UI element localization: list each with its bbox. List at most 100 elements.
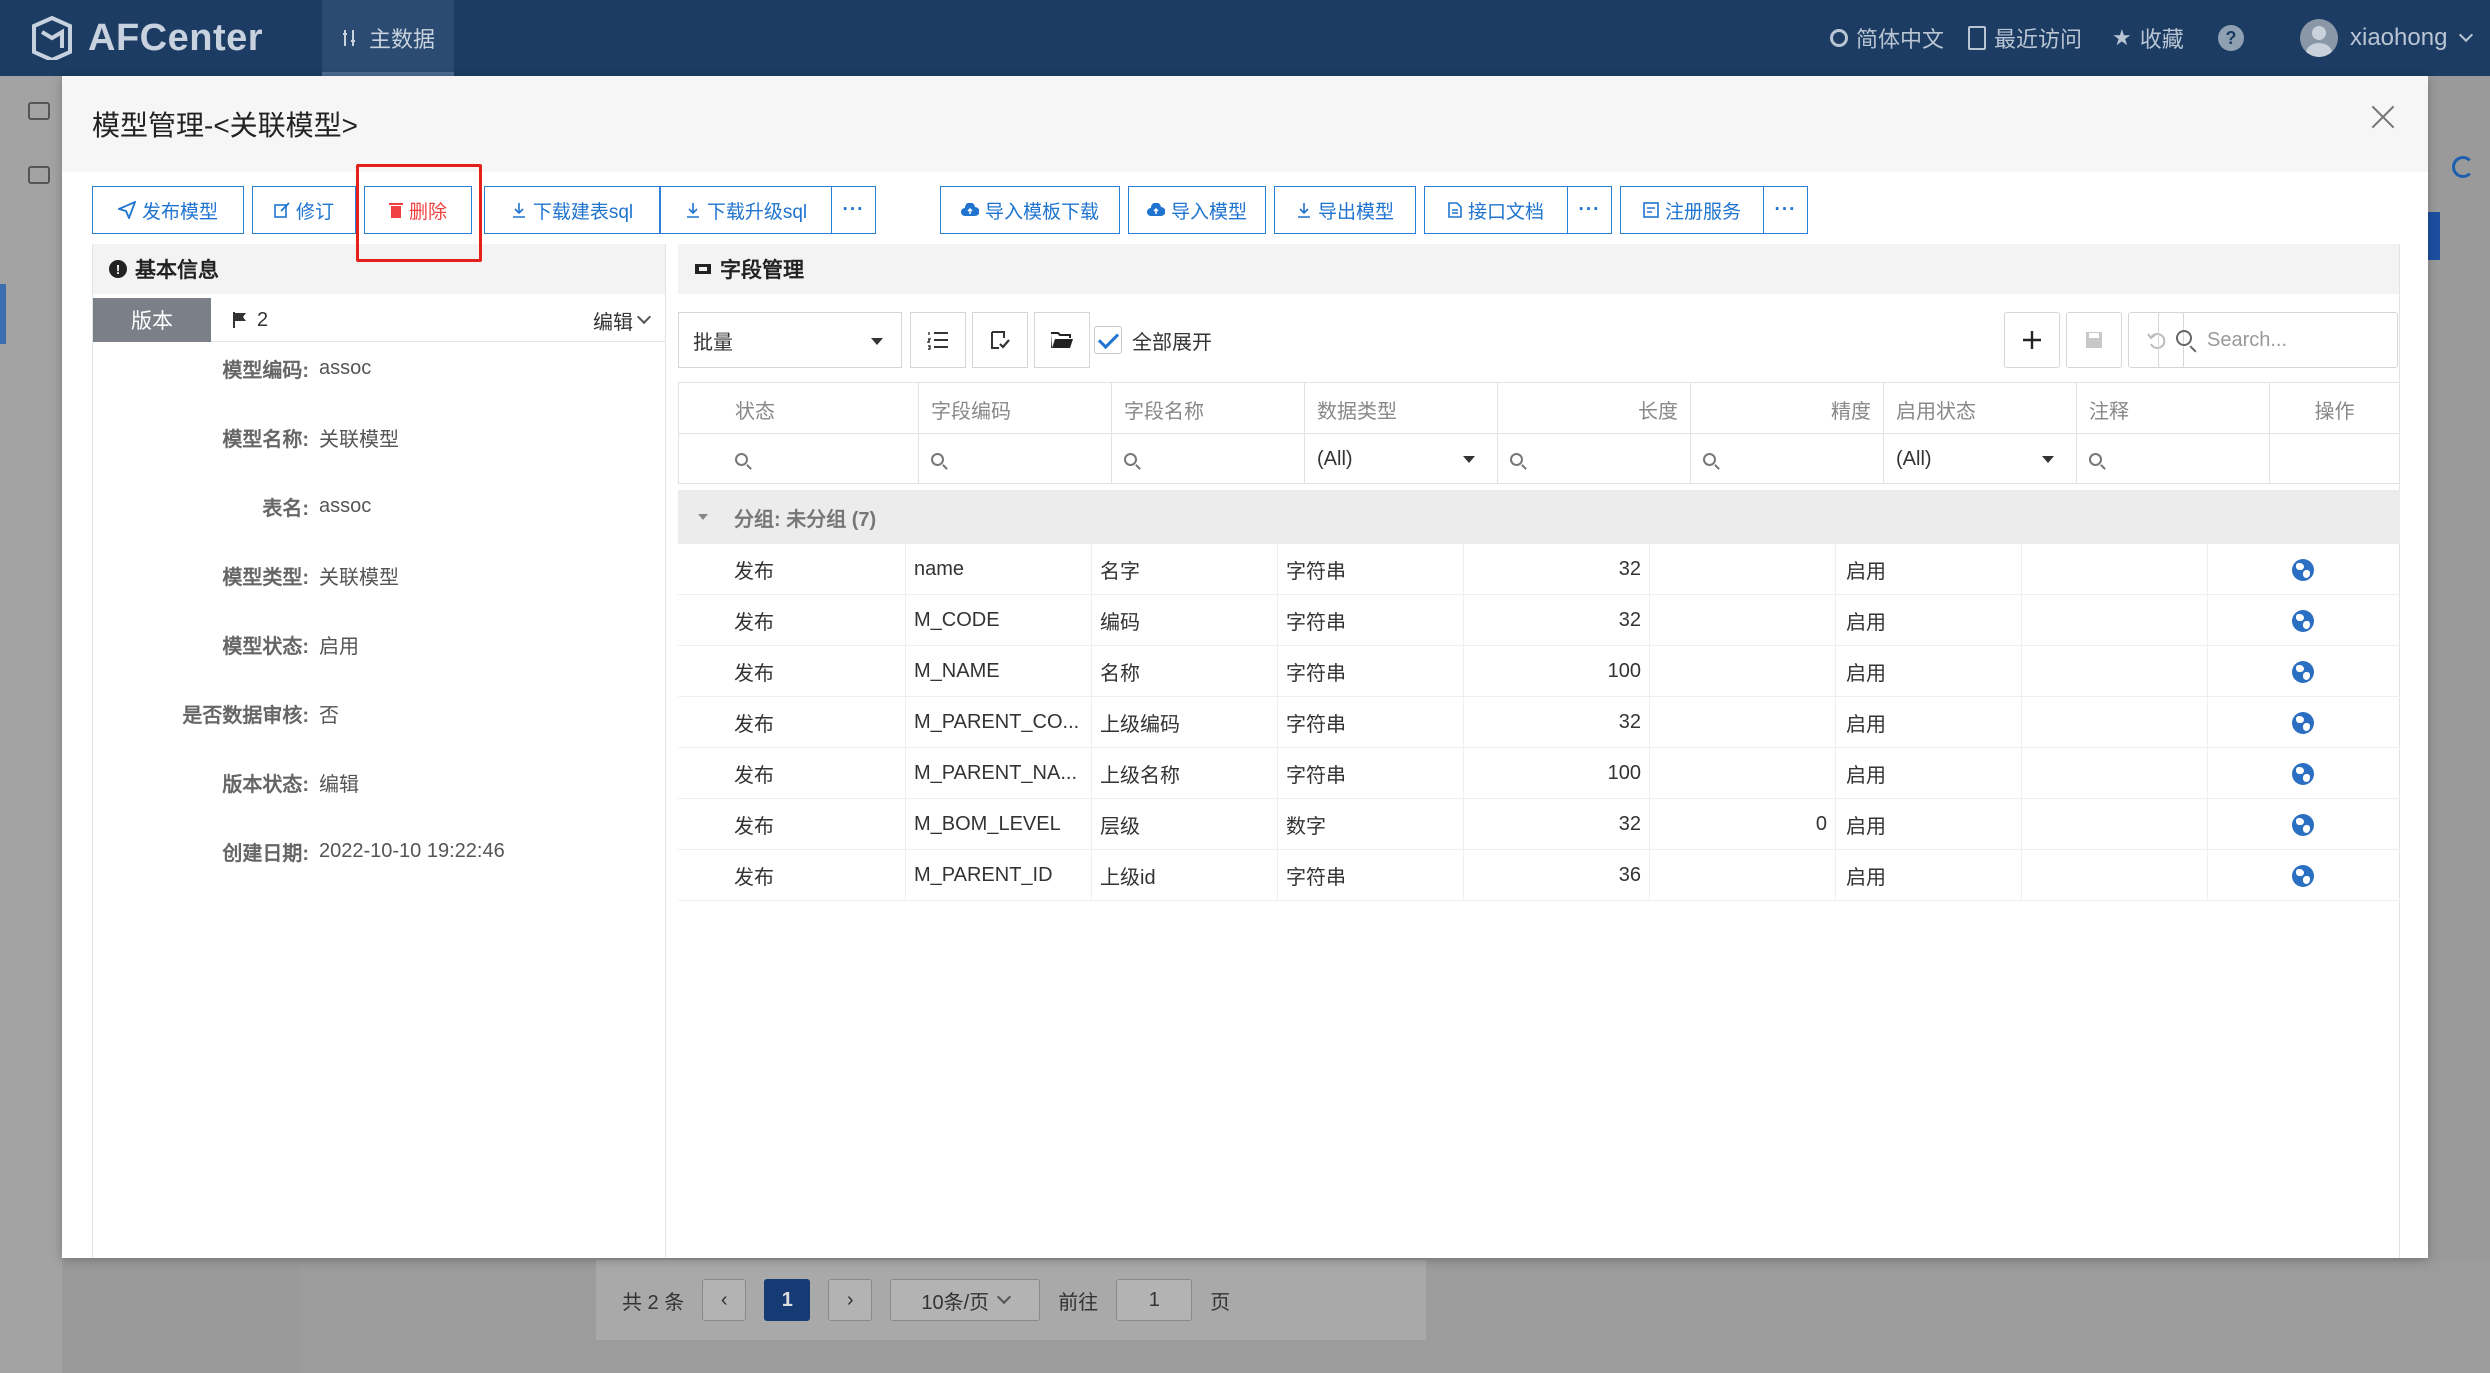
delete-button-highlight (356, 164, 482, 262)
table-row[interactable]: 发布 M_PARENT_ID 上级id 字符串 36 启用 (678, 850, 2400, 901)
import-template-download-button[interactable]: 导入模板下载 (940, 186, 1120, 234)
cell-status: 发布 (678, 748, 906, 799)
open-folder-button[interactable] (1034, 312, 1090, 368)
batch-select[interactable]: 批量 (678, 312, 902, 368)
filter-status[interactable] (679, 434, 919, 484)
col-header-length[interactable]: 长度 (1498, 383, 1691, 435)
filter-field-code[interactable] (919, 434, 1112, 484)
col-header-field-code[interactable]: 字段编码 (919, 383, 1112, 435)
recent-visits[interactable]: 最近访问 (1968, 0, 2082, 76)
cloud-upload-icon (1146, 203, 1165, 216)
export-model-label: 导出模型 (1317, 201, 1394, 223)
group-row[interactable]: 分组: 未分组 (7) (678, 490, 2400, 544)
download-upgrade-sql-button[interactable]: 下载升级sql (660, 186, 832, 234)
close-icon[interactable] (2368, 102, 2398, 132)
cell-status: 发布 (678, 850, 906, 901)
cell-data-type: 字符串 (1278, 697, 1464, 748)
cell-data-type: 字符串 (1278, 646, 1464, 697)
save-button[interactable] (2066, 312, 2122, 368)
search-icon (1510, 452, 1523, 466)
info-label: 模型编码: (222, 359, 309, 382)
api-doc-button[interactable]: 接口文档 (1424, 186, 1568, 234)
pager-prev-button[interactable]: ‹ (702, 1279, 747, 1321)
logo[interactable]: AFCenter (30, 14, 263, 63)
col-header-comment[interactable]: 注释 (2077, 383, 2270, 435)
col-header-field-name[interactable]: 字段名称 (1112, 383, 1305, 435)
version-tab[interactable]: 版本 (93, 298, 211, 342)
more-service-button[interactable]: ··· (1763, 186, 1808, 234)
info-value: 启用 (319, 635, 359, 658)
globe-icon[interactable] (2292, 762, 2314, 785)
version-number: 2 (257, 308, 269, 331)
filter-precision[interactable] (1691, 434, 1884, 484)
filter-field-name[interactable] (1112, 434, 1305, 484)
more-doc-button[interactable]: ··· (1567, 186, 1612, 234)
clipboard-icon (1968, 26, 1986, 50)
collapse-triangle-icon[interactable] (698, 514, 708, 520)
filter-comment[interactable] (2077, 434, 2270, 484)
chevron-down-icon (636, 309, 652, 325)
cell-status: 发布 (678, 544, 906, 595)
cell-data-type: 字符串 (1278, 850, 1464, 901)
download-create-sql-button[interactable]: 下载建表sql (484, 186, 660, 234)
search-icon (1124, 452, 1137, 466)
publish-model-button[interactable]: 发布模型 (92, 186, 244, 234)
cell-comment (2022, 544, 2208, 595)
help-button[interactable]: ? (2218, 0, 2244, 76)
send-icon (117, 201, 136, 219)
more-sql-button[interactable]: ··· (831, 186, 876, 234)
table-row[interactable]: 发布 M_CODE 编码 字符串 32 启用 (678, 595, 2400, 646)
import-model-button[interactable]: 导入模型 (1128, 186, 1266, 234)
col-header-status[interactable]: 状态 (679, 383, 919, 435)
expand-all-checkbox[interactable] (1094, 326, 1122, 354)
grid-header: 状态 字段编码 字段名称 数据类型 长度 精度 启用状态 注释 操作 (678, 382, 2400, 435)
pager-page-1[interactable]: 1 (764, 1279, 811, 1321)
chevron-down-icon (997, 1289, 1012, 1305)
refresh-icon[interactable] (2452, 156, 2474, 178)
user-menu[interactable]: xiaohong (2300, 0, 2474, 76)
download-icon (1297, 203, 1310, 218)
register-service-button[interactable]: 注册服务 (1620, 186, 1764, 234)
table-row[interactable]: 发布 M_NAME 名称 字符串 100 启用 (678, 646, 2400, 697)
cell-comment (2022, 595, 2208, 646)
filter-length[interactable] (1498, 434, 1691, 484)
language-switch[interactable]: 简体中文 (1830, 0, 1944, 76)
table-row[interactable]: 发布 M_BOM_LEVEL 层级 数字 32 0 启用 (678, 799, 2400, 850)
wallet-icon[interactable] (28, 102, 50, 120)
language-label: 简体中文 (1856, 27, 1945, 52)
favorites[interactable]: ★ 收藏 (2112, 0, 2184, 76)
nav-master-data[interactable]: 主数据 (322, 0, 454, 76)
list-order-button[interactable] (910, 312, 966, 368)
globe-icon[interactable] (2292, 711, 2314, 734)
check-list-button[interactable] (972, 312, 1028, 368)
background-button-edge (2428, 212, 2440, 260)
export-model-button[interactable]: 导出模型 (1274, 186, 1416, 234)
avatar (2300, 19, 2338, 57)
globe-icon[interactable] (2292, 558, 2314, 581)
globe-icon[interactable] (2292, 660, 2314, 683)
table-row[interactable]: 发布 name 名字 字符串 32 启用 (678, 544, 2400, 595)
add-field-button[interactable] (2004, 312, 2060, 368)
revise-button[interactable]: 修订 (252, 186, 356, 234)
field-search-input[interactable]: Search... (2158, 312, 2398, 368)
page-size-select[interactable]: 10条/页 (890, 1279, 1041, 1321)
col-header-precision[interactable]: 精度 (1691, 383, 1884, 435)
filter-data-type-select[interactable]: (All) (1305, 434, 1498, 484)
col-header-data-type[interactable]: 数据类型 (1305, 383, 1498, 435)
basic-info-panel: ! 基本信息 版本 2 编辑 模型编码: assoc 模型名称: 关联模型 表名… (92, 244, 666, 1258)
table-row[interactable]: 发布 M_PARENT_NA... 上级名称 字符串 100 启用 (678, 748, 2400, 799)
globe-icon[interactable] (2292, 609, 2314, 632)
version-edit-dropdown[interactable]: 编辑 (593, 298, 652, 342)
info-label: 是否数据审核: (182, 704, 309, 727)
cell-comment (2022, 646, 2208, 697)
globe-icon[interactable] (2292, 864, 2314, 887)
search-icon (2089, 452, 2102, 466)
cell-length: 100 (1464, 646, 1650, 697)
globe-icon[interactable] (2292, 813, 2314, 836)
filter-enabled-select[interactable]: (All) (1884, 434, 2077, 484)
pager-next-button[interactable]: › (828, 1279, 873, 1321)
database-icon[interactable] (28, 166, 50, 184)
table-row[interactable]: 发布 M_PARENT_CO... 上级编码 字符串 32 启用 (678, 697, 2400, 748)
pager-goto-input[interactable]: 1 (1116, 1279, 1193, 1321)
col-header-enabled[interactable]: 启用状态 (1884, 383, 2077, 435)
